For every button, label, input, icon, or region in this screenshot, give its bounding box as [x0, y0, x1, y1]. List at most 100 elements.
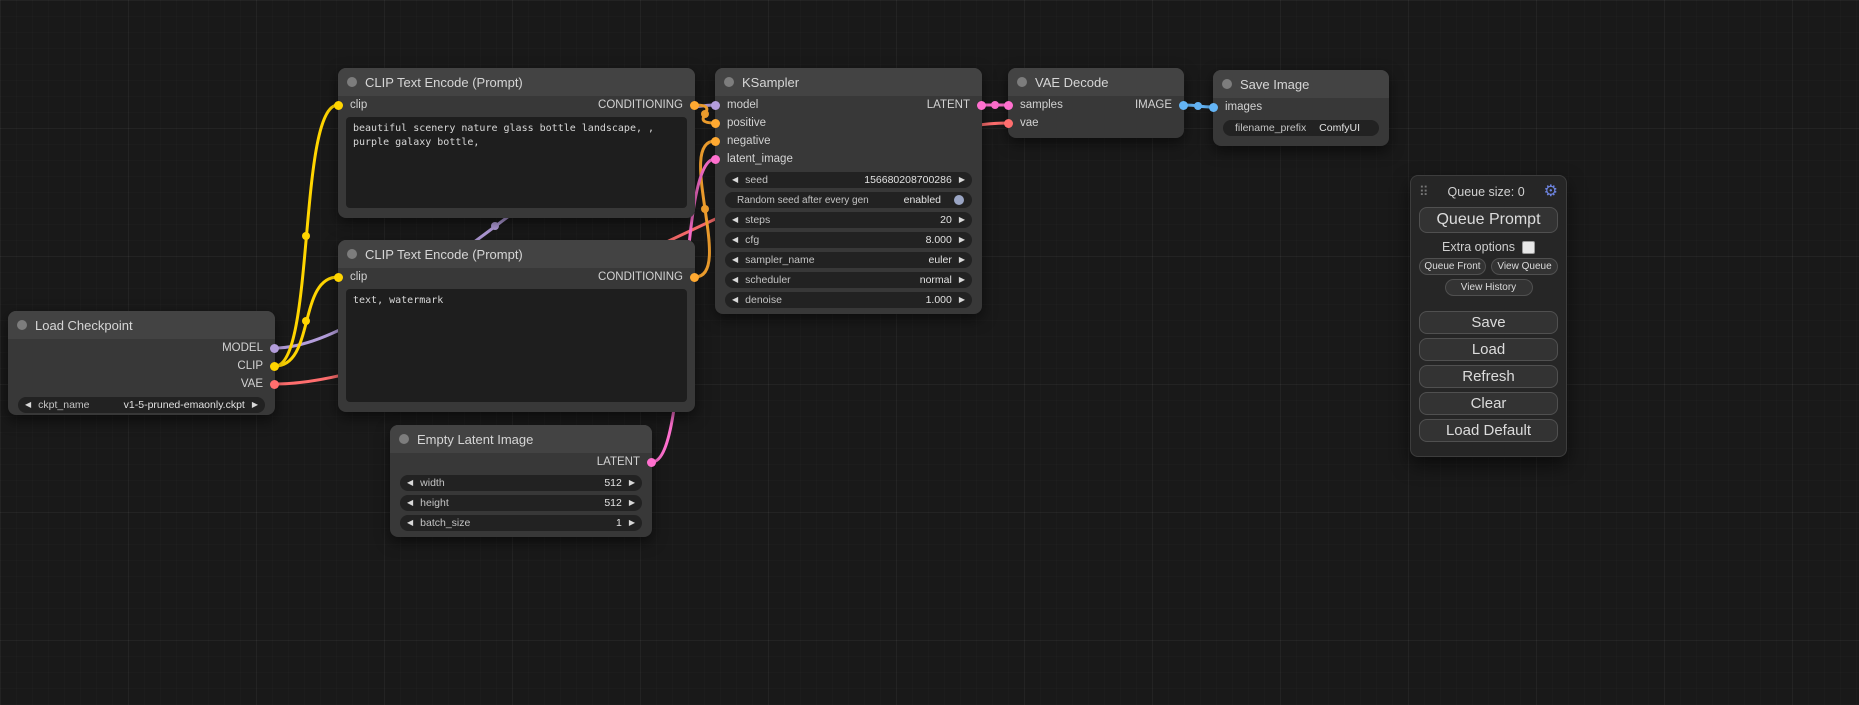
- conditioning-slot-dot[interactable]: [711, 119, 720, 128]
- model-input-slot[interactable]: model: [715, 96, 758, 114]
- collapse-dot[interactable]: [724, 77, 734, 87]
- node-title-bar[interactable]: CLIP Text Encode (Prompt): [338, 68, 695, 96]
- cfg-widget[interactable]: ◀ cfg 8.000 ▶: [725, 232, 972, 248]
- clear-button[interactable]: Clear: [1419, 392, 1558, 415]
- conditioning-slot-dot[interactable]: [690, 273, 699, 282]
- prev-arrow-icon[interactable]: ◀: [25, 401, 31, 409]
- clip-slot-dot[interactable]: [334, 101, 343, 110]
- increment-arrow-icon[interactable]: ▶: [629, 499, 635, 507]
- latent-output-slot[interactable]: LATENT: [927, 96, 982, 114]
- samples-input-slot[interactable]: samples: [1008, 96, 1063, 114]
- clip-input-slot[interactable]: clip: [338, 268, 367, 286]
- conditioning-slot-dot[interactable]: [690, 101, 699, 110]
- view-history-button[interactable]: View History: [1445, 279, 1533, 296]
- node-title-bar[interactable]: CLIP Text Encode (Prompt): [338, 240, 695, 268]
- node-empty-latent-image[interactable]: Empty Latent Image LATENT ◀ width 512 ▶ …: [390, 425, 652, 537]
- drag-handle-icon[interactable]: ⠿: [1419, 184, 1429, 200]
- latent-output-slot[interactable]: LATENT: [597, 453, 652, 471]
- save-button[interactable]: Save: [1419, 311, 1558, 334]
- image-slot-dot[interactable]: [1209, 103, 1218, 112]
- seed-widget[interactable]: ◀ seed 156680208700286 ▶: [725, 172, 972, 188]
- increment-arrow-icon[interactable]: ▶: [959, 296, 965, 304]
- increment-arrow-icon[interactable]: ▶: [959, 236, 965, 244]
- clip-output-slot[interactable]: CLIP: [237, 357, 275, 375]
- width-widget[interactable]: ◀ width 512 ▶: [400, 475, 642, 491]
- increment-arrow-icon[interactable]: ▶: [959, 176, 965, 184]
- decrement-arrow-icon[interactable]: ◀: [732, 216, 738, 224]
- collapse-dot[interactable]: [347, 77, 357, 87]
- load-default-button[interactable]: Load Default: [1419, 419, 1558, 442]
- decrement-arrow-icon[interactable]: ◀: [407, 479, 413, 487]
- node-title-bar[interactable]: KSampler: [715, 68, 982, 96]
- view-queue-button[interactable]: View Queue: [1491, 258, 1558, 275]
- node-save-image[interactable]: Save Image images filename_prefix ComfyU…: [1213, 70, 1389, 146]
- latent-slot-dot[interactable]: [647, 458, 656, 467]
- decrement-arrow-icon[interactable]: ◀: [732, 236, 738, 244]
- model-slot-dot[interactable]: [711, 101, 720, 110]
- clip-input-slot[interactable]: clip: [338, 96, 367, 114]
- node-graph-canvas[interactable]: Load Checkpoint MODEL CLIP VAE ◀ ckpt_na…: [0, 0, 1859, 705]
- prev-arrow-icon[interactable]: ◀: [732, 276, 738, 284]
- conditioning-output-slot[interactable]: CONDITIONING: [598, 96, 695, 114]
- clip-slot-dot[interactable]: [270, 362, 279, 371]
- decrement-arrow-icon[interactable]: ◀: [407, 499, 413, 507]
- node-title-bar[interactable]: Load Checkpoint: [8, 311, 275, 339]
- prompt-textarea[interactable]: text, watermark: [346, 289, 687, 402]
- queue-prompt-button[interactable]: Queue Prompt: [1419, 207, 1558, 233]
- ckpt-name-widget[interactable]: ◀ ckpt_name v1-5-pruned-emaonly.ckpt ▶: [18, 397, 265, 413]
- collapse-dot[interactable]: [347, 249, 357, 259]
- increment-arrow-icon[interactable]: ▶: [629, 479, 635, 487]
- toggle-dot[interactable]: [954, 195, 964, 205]
- node-title-bar[interactable]: Save Image: [1213, 70, 1389, 98]
- vae-slot-dot[interactable]: [1004, 119, 1013, 128]
- denoise-widget[interactable]: ◀ denoise 1.000 ▶: [725, 292, 972, 308]
- steps-widget[interactable]: ◀ steps 20 ▶: [725, 212, 972, 228]
- sampler-name-widget[interactable]: ◀ sampler_name euler ▶: [725, 252, 972, 268]
- settings-gear-icon[interactable]: ⚙: [1544, 184, 1558, 200]
- node-clip-text-encode-positive[interactable]: CLIP Text Encode (Prompt) clip CONDITION…: [338, 68, 695, 218]
- node-load-checkpoint[interactable]: Load Checkpoint MODEL CLIP VAE ◀ ckpt_na…: [8, 311, 275, 415]
- latent-image-input-slot[interactable]: latent_image: [715, 150, 793, 168]
- images-input-slot[interactable]: images: [1213, 98, 1262, 116]
- node-clip-text-encode-negative[interactable]: CLIP Text Encode (Prompt) clip CONDITION…: [338, 240, 695, 412]
- conditioning-output-slot[interactable]: CONDITIONING: [598, 268, 695, 286]
- prev-arrow-icon[interactable]: ◀: [732, 256, 738, 264]
- conditioning-slot-dot[interactable]: [711, 137, 720, 146]
- clip-slot-dot[interactable]: [334, 273, 343, 282]
- model-slot-dot[interactable]: [270, 344, 279, 353]
- latent-slot-dot[interactable]: [711, 155, 720, 164]
- node-ksampler[interactable]: KSampler model LATENT positive negative: [715, 68, 982, 314]
- extra-options-checkbox[interactable]: [1522, 241, 1535, 254]
- decrement-arrow-icon[interactable]: ◀: [732, 176, 738, 184]
- vae-input-slot[interactable]: vae: [1008, 114, 1039, 132]
- decrement-arrow-icon[interactable]: ◀: [732, 296, 738, 304]
- latent-slot-dot[interactable]: [977, 101, 986, 110]
- next-arrow-icon[interactable]: ▶: [252, 401, 258, 409]
- node-title-bar[interactable]: VAE Decode: [1008, 68, 1184, 96]
- latent-slot-dot[interactable]: [1004, 101, 1013, 110]
- height-widget[interactable]: ◀ height 512 ▶: [400, 495, 642, 511]
- load-button[interactable]: Load: [1419, 338, 1558, 361]
- node-title-bar[interactable]: Empty Latent Image: [390, 425, 652, 453]
- queue-front-button[interactable]: Queue Front: [1419, 258, 1486, 275]
- collapse-dot[interactable]: [1222, 79, 1232, 89]
- image-slot-dot[interactable]: [1179, 101, 1188, 110]
- collapse-dot[interactable]: [399, 434, 409, 444]
- random-seed-toggle-widget[interactable]: Random seed after every gen enabled: [725, 192, 972, 208]
- collapse-dot[interactable]: [1017, 77, 1027, 87]
- increment-arrow-icon[interactable]: ▶: [629, 519, 635, 527]
- batch-size-widget[interactable]: ◀ batch_size 1 ▶: [400, 515, 642, 531]
- next-arrow-icon[interactable]: ▶: [959, 256, 965, 264]
- decrement-arrow-icon[interactable]: ◀: [407, 519, 413, 527]
- positive-input-slot[interactable]: positive: [715, 114, 766, 132]
- vae-slot-dot[interactable]: [270, 380, 279, 389]
- scheduler-widget[interactable]: ◀ scheduler normal ▶: [725, 272, 972, 288]
- negative-input-slot[interactable]: negative: [715, 132, 770, 150]
- collapse-dot[interactable]: [17, 320, 27, 330]
- model-output-slot[interactable]: MODEL: [222, 339, 275, 357]
- prompt-textarea[interactable]: beautiful scenery nature glass bottle la…: [346, 117, 687, 208]
- next-arrow-icon[interactable]: ▶: [959, 276, 965, 284]
- vae-output-slot[interactable]: VAE: [241, 375, 275, 393]
- filename-prefix-widget[interactable]: filename_prefix ComfyUI: [1223, 120, 1379, 136]
- node-vae-decode[interactable]: VAE Decode samples IMAGE vae: [1008, 68, 1184, 138]
